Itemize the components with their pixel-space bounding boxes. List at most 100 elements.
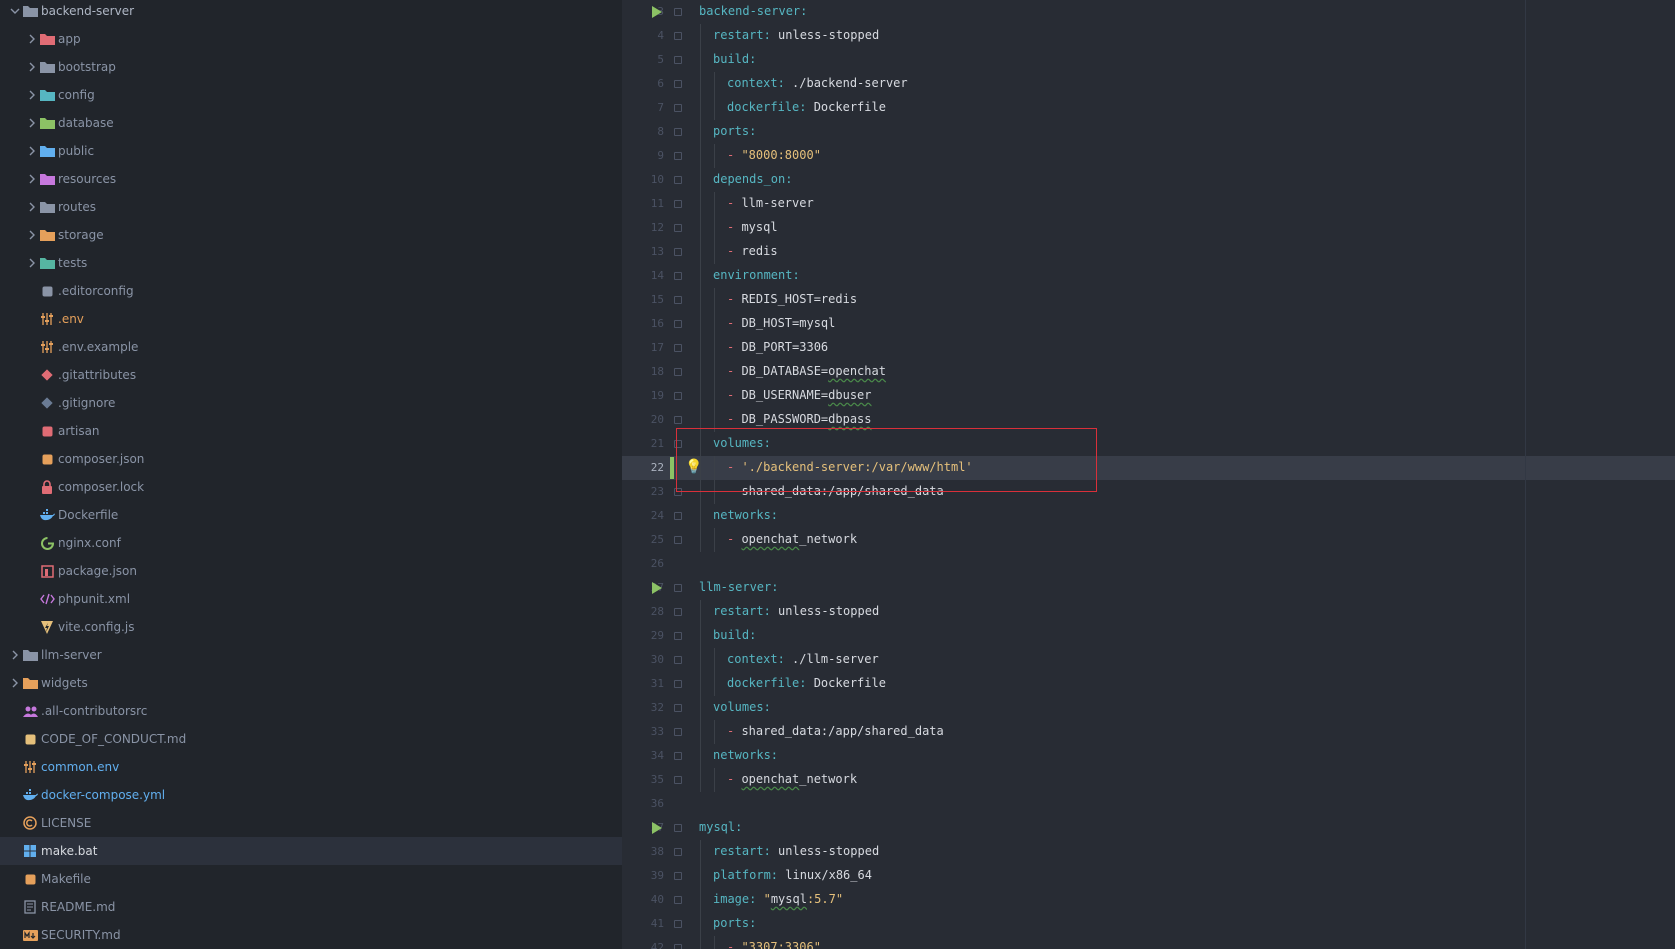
fold-icon[interactable] bbox=[674, 32, 682, 40]
code-line[interactable]: 32 volumes: bbox=[622, 696, 1675, 720]
tree-item[interactable]: tests bbox=[0, 249, 622, 277]
fold-icon[interactable] bbox=[674, 152, 682, 160]
fold-icon[interactable] bbox=[674, 344, 682, 352]
code-line[interactable]: 6 context: ./backend-server bbox=[622, 72, 1675, 96]
fold-icon[interactable] bbox=[674, 632, 682, 640]
code-line[interactable]: 36 bbox=[622, 792, 1675, 816]
chevron-right-icon[interactable] bbox=[8, 676, 22, 690]
code-line[interactable]: 11 - llm-server bbox=[622, 192, 1675, 216]
run-icon[interactable] bbox=[652, 582, 662, 594]
code-line[interactable]: 3 backend-server: bbox=[622, 0, 1675, 24]
code-line[interactable]: 17 - DB_PORT=3306 bbox=[622, 336, 1675, 360]
chevron-right-icon[interactable] bbox=[25, 32, 39, 46]
tree-item[interactable]: CODE_OF_CONDUCT.md bbox=[0, 725, 622, 753]
tree-item[interactable]: docker-compose.yml bbox=[0, 781, 622, 809]
tree-item[interactable]: README.md bbox=[0, 893, 622, 921]
chevron-right-icon[interactable] bbox=[25, 88, 39, 102]
chevron-right-icon[interactable] bbox=[25, 228, 39, 242]
code-line[interactable]: 31 dockerfile: Dockerfile bbox=[622, 672, 1675, 696]
tree-item[interactable]: widgets bbox=[0, 669, 622, 697]
tree-item[interactable]: SECURITY.md bbox=[0, 921, 622, 949]
tree-item[interactable]: llm-server bbox=[0, 641, 622, 669]
tree-item[interactable]: bootstrap bbox=[0, 53, 622, 81]
tree-item[interactable]: .editorconfig bbox=[0, 277, 622, 305]
code-line[interactable]: 26 bbox=[622, 552, 1675, 576]
code-line[interactable]: 24 networks: bbox=[622, 504, 1675, 528]
chevron-right-icon[interactable] bbox=[25, 116, 39, 130]
fold-icon[interactable] bbox=[674, 824, 682, 832]
fold-icon[interactable] bbox=[674, 128, 682, 136]
code-line[interactable]: 34 networks: bbox=[622, 744, 1675, 768]
tree-item[interactable]: resources bbox=[0, 165, 622, 193]
code-line[interactable]: 33 - shared_data:/app/shared_data bbox=[622, 720, 1675, 744]
fold-icon[interactable] bbox=[674, 8, 682, 16]
code-line[interactable]: 4 restart: unless-stopped bbox=[622, 24, 1675, 48]
fold-icon[interactable] bbox=[674, 224, 682, 232]
chevron-right-icon[interactable] bbox=[25, 256, 39, 270]
tree-item[interactable]: phpunit.xml bbox=[0, 585, 622, 613]
tree-item[interactable]: LICENSE bbox=[0, 809, 622, 837]
run-icon[interactable] bbox=[652, 822, 662, 834]
tree-item[interactable]: public bbox=[0, 137, 622, 165]
fold-icon[interactable] bbox=[674, 896, 682, 904]
code-line[interactable]: 41 ports: bbox=[622, 912, 1675, 936]
code-line[interactable]: 29 build: bbox=[622, 624, 1675, 648]
code-line[interactable]: 40 image: "mysql:5.7" bbox=[622, 888, 1675, 912]
code-line[interactable]: 5 build: bbox=[622, 48, 1675, 72]
code-line[interactable]: 7 dockerfile: Dockerfile bbox=[622, 96, 1675, 120]
chevron-right-icon[interactable] bbox=[25, 144, 39, 158]
tree-item[interactable]: make.bat bbox=[0, 837, 622, 865]
chevron-right-icon[interactable] bbox=[25, 172, 39, 186]
code-line[interactable]: 42 - "3307:3306" bbox=[622, 936, 1675, 949]
code-line[interactable]: 19 - DB_USERNAME=dbuser bbox=[622, 384, 1675, 408]
fold-icon[interactable] bbox=[674, 416, 682, 424]
fold-icon[interactable] bbox=[674, 944, 682, 949]
fold-icon[interactable] bbox=[674, 248, 682, 256]
code-line[interactable]: 30 context: ./llm-server bbox=[622, 648, 1675, 672]
tree-item[interactable]: composer.json bbox=[0, 445, 622, 473]
fold-icon[interactable] bbox=[674, 848, 682, 856]
tree-item[interactable]: storage bbox=[0, 221, 622, 249]
code-line[interactable]: 15 - REDIS_HOST=redis bbox=[622, 288, 1675, 312]
fold-icon[interactable] bbox=[674, 200, 682, 208]
tree-item[interactable]: common.env bbox=[0, 753, 622, 781]
fold-icon[interactable] bbox=[674, 752, 682, 760]
fold-icon[interactable] bbox=[674, 608, 682, 616]
chevron-right-icon[interactable] bbox=[25, 60, 39, 74]
vcs-change-marker[interactable] bbox=[670, 457, 674, 479]
fold-icon[interactable] bbox=[674, 272, 682, 280]
fold-icon[interactable] bbox=[674, 368, 682, 376]
fold-icon[interactable] bbox=[674, 920, 682, 928]
fold-icon[interactable] bbox=[674, 80, 682, 88]
fold-icon[interactable] bbox=[674, 872, 682, 880]
code-line[interactable]: 39 platform: linux/x86_64 bbox=[622, 864, 1675, 888]
fold-icon[interactable] bbox=[674, 584, 682, 592]
code-line[interactable]: 16 - DB_HOST=mysql bbox=[622, 312, 1675, 336]
chevron-right-icon[interactable] bbox=[8, 648, 22, 662]
fold-icon[interactable] bbox=[674, 176, 682, 184]
tree-item[interactable]: Dockerfile bbox=[0, 501, 622, 529]
tree-item[interactable]: Makefile bbox=[0, 865, 622, 893]
tree-item[interactable]: vite.config.js bbox=[0, 613, 622, 641]
chevron-down-icon[interactable] bbox=[8, 4, 22, 18]
fold-icon[interactable] bbox=[674, 536, 682, 544]
code-line[interactable]: 25 - openchat_network bbox=[622, 528, 1675, 552]
code-line[interactable]: 8 ports: bbox=[622, 120, 1675, 144]
fold-icon[interactable] bbox=[674, 56, 682, 64]
code-line[interactable]: 35 - openchat_network bbox=[622, 768, 1675, 792]
tree-item[interactable]: config bbox=[0, 81, 622, 109]
fold-icon[interactable] bbox=[674, 704, 682, 712]
tree-item[interactable]: routes bbox=[0, 193, 622, 221]
code-line[interactable]: 10 depends_on: bbox=[622, 168, 1675, 192]
chevron-right-icon[interactable] bbox=[25, 200, 39, 214]
tree-item[interactable]: .gitattributes bbox=[0, 361, 622, 389]
fold-icon[interactable] bbox=[674, 776, 682, 784]
fold-icon[interactable] bbox=[674, 104, 682, 112]
fold-icon[interactable] bbox=[674, 512, 682, 520]
tree-item[interactable]: .gitignore bbox=[0, 389, 622, 417]
tree-item[interactable]: .env bbox=[0, 305, 622, 333]
code-line[interactable]: 18 - DB_DATABASE=openchat bbox=[622, 360, 1675, 384]
tree-item[interactable]: app bbox=[0, 25, 622, 53]
code-line[interactable]: 37 mysql: bbox=[622, 816, 1675, 840]
code-line[interactable]: 12 - mysql bbox=[622, 216, 1675, 240]
